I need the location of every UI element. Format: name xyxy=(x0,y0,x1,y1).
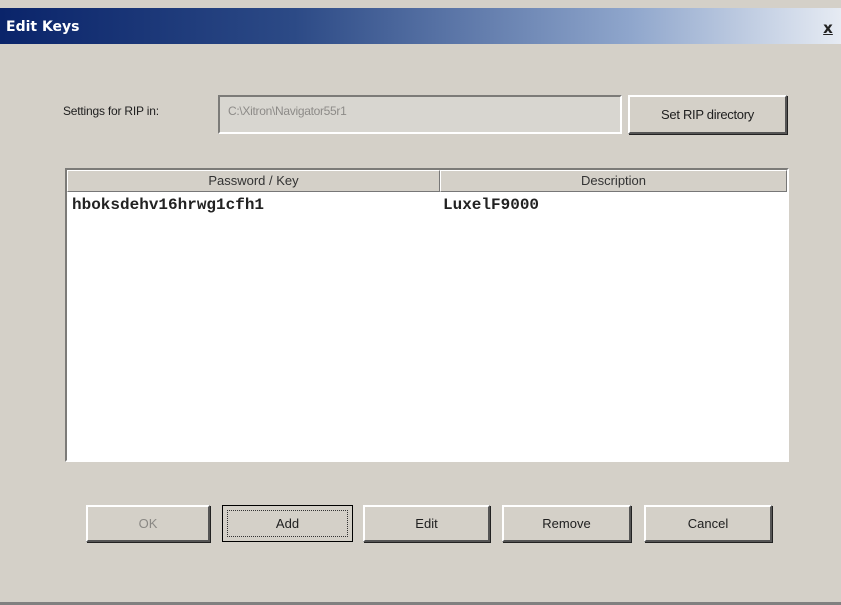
title-bar: Edit Keys x xyxy=(0,8,841,44)
close-icon[interactable]: x xyxy=(819,20,837,38)
dialog-title: Edit Keys xyxy=(6,19,80,35)
ok-button[interactable]: OK xyxy=(86,505,210,542)
column-header-password-key[interactable]: Password / Key xyxy=(67,170,440,192)
remove-button[interactable]: Remove xyxy=(502,505,631,542)
description-cell: LuxelF9000 xyxy=(443,196,540,214)
column-header-description[interactable]: Description xyxy=(440,170,787,192)
rip-path-field: C:\Xitron\Navigator55r1 xyxy=(218,95,622,134)
set-rip-directory-button[interactable]: Set RIP directory xyxy=(628,95,787,134)
cancel-button[interactable]: Cancel xyxy=(644,505,772,542)
add-button-label: Add xyxy=(227,510,348,537)
settings-label: Settings for RIP in: xyxy=(63,104,159,118)
key-cell: hboksdehv16hrwg1cfh1 xyxy=(72,196,265,214)
keys-list[interactable]: Password / Key Description hboksdehv16hr… xyxy=(65,168,789,462)
edit-button[interactable]: Edit xyxy=(363,505,490,542)
add-button[interactable]: Add xyxy=(222,505,353,542)
table-row[interactable]: hboksdehv16hrwg1cfh1 LuxelF9000 xyxy=(67,194,787,218)
edit-keys-dialog: Edit Keys x Settings for RIP in: C:\Xitr… xyxy=(0,0,841,605)
